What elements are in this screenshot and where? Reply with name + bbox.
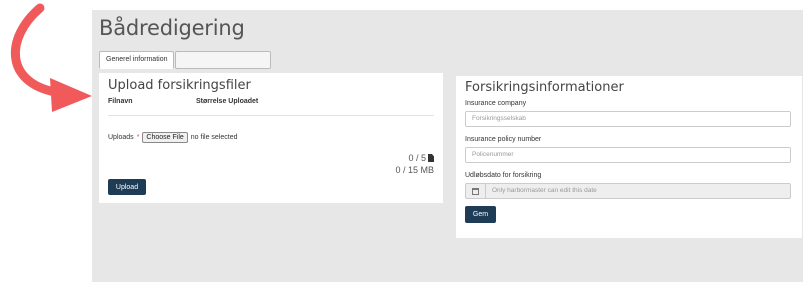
page-title: Bådredigering — [99, 16, 245, 40]
upload-heading: Upload forsikringsfiler — [108, 78, 251, 93]
calendar-icon — [472, 187, 479, 195]
screenshot-stage: Bådredigering Generel information Upload… — [0, 0, 803, 282]
file-count-value: 0 / 5 — [408, 153, 426, 163]
tab-general-information[interactable]: Generel information — [99, 51, 175, 69]
save-button[interactable]: Gem — [465, 206, 496, 223]
file-count: 0 / 5 — [408, 153, 434, 163]
upload-panel: Upload forsikringsfiler Filnavn Størrels… — [99, 73, 443, 203]
expiry-date-label: Udløbsdato for forsikring — [465, 172, 542, 179]
policy-number-label: Insurance policy number — [465, 136, 542, 143]
required-mark: * — [136, 134, 140, 141]
insurance-panel: Forsikringsinformationer Insurance compa… — [456, 76, 802, 238]
policy-number-input[interactable]: Policenummer — [465, 147, 791, 163]
divider — [108, 115, 434, 116]
upload-button[interactable]: Upload — [108, 179, 146, 195]
uploads-row: Uploads * Choose File no file selected — [108, 132, 237, 143]
size-count: 0 / 15 MB — [395, 165, 434, 175]
tab-second[interactable] — [175, 51, 272, 69]
file-icon — [428, 154, 434, 162]
boat-edit-page: Bådredigering Generel information Upload… — [92, 10, 803, 282]
uploads-label: Uploads — [108, 134, 134, 141]
no-file-selected-text: no file selected — [190, 134, 238, 141]
column-size-uploaded: Størrelse Uploadet — [196, 98, 259, 105]
choose-file-button[interactable]: Choose File — [142, 132, 188, 143]
insurance-heading: Forsikringsinformationer — [465, 80, 624, 95]
expiry-date-field: Only harbormaster can edit this date — [465, 183, 791, 199]
tab-bar: Generel information — [99, 51, 272, 69]
insurance-company-input[interactable]: Forsikringsselskab — [465, 111, 791, 127]
insurance-company-label: Insurance company — [465, 100, 527, 107]
column-filename: Filnavn — [108, 98, 133, 105]
expiry-date-input: Only harbormaster can edit this date — [492, 187, 597, 194]
calendar-addon — [466, 184, 486, 198]
